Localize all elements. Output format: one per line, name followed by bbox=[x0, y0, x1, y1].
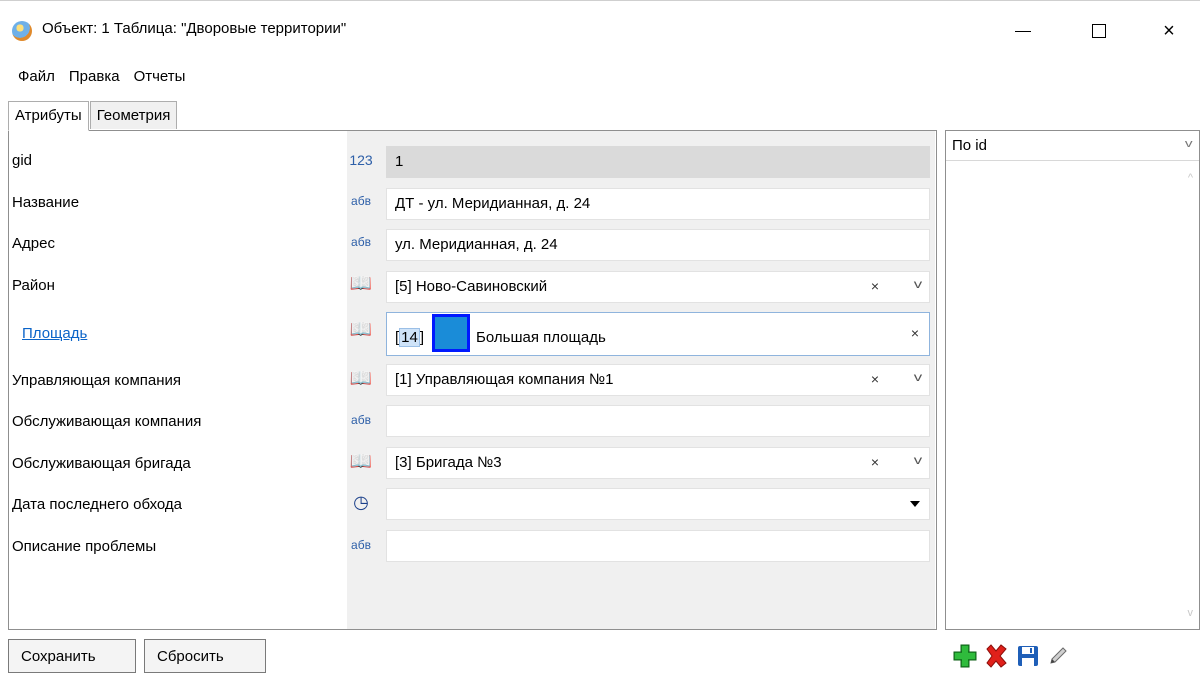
label-area-link[interactable]: Площадь bbox=[22, 325, 87, 342]
label-service-brigade: Обслуживающая бригада bbox=[12, 455, 191, 472]
district-select[interactable]: [5] Ново-Савиновский × v bbox=[386, 271, 930, 303]
sort-value: По id bbox=[952, 137, 987, 154]
management-company-select[interactable]: [1] Управляющая компания №1 × v bbox=[386, 364, 930, 396]
minimize-button[interactable] bbox=[1000, 11, 1046, 51]
last-inspection-date-field[interactable] bbox=[386, 488, 930, 520]
label-name: Название bbox=[12, 194, 80, 211]
edit-icon[interactable] bbox=[1043, 641, 1073, 671]
gid-value: 1 bbox=[395, 153, 404, 170]
district-value: [5] Ново-Савиновский bbox=[395, 278, 548, 295]
clear-icon[interactable]: × bbox=[911, 325, 919, 341]
chevron-down-icon: v bbox=[1184, 138, 1193, 150]
title-bar: Объект: 1 Таблица: "Дворовые территории"… bbox=[0, 0, 1200, 58]
book-icon: 📖 bbox=[349, 368, 373, 388]
label-service-company: Обслуживающая компания bbox=[12, 413, 202, 430]
area-value: Большая площадь bbox=[476, 328, 606, 346]
label-gid: gid bbox=[12, 152, 33, 169]
label-problem-description: Описание проблемы bbox=[12, 538, 157, 555]
window-title: Объект: 1 Таблица: "Дворовые территории" bbox=[42, 20, 347, 37]
record-list[interactable]: ^ v bbox=[946, 162, 1199, 629]
maximize-icon bbox=[1092, 24, 1106, 38]
label-management-company: Управляющая компания bbox=[12, 372, 182, 389]
scroll-up-icon[interactable]: ^ bbox=[1188, 172, 1193, 184]
add-icon[interactable] bbox=[950, 641, 980, 671]
maximize-button[interactable] bbox=[1076, 11, 1122, 51]
record-list-panel: По id v ^ v bbox=[945, 130, 1200, 630]
menu-reports[interactable]: Отчеты bbox=[126, 66, 192, 92]
globe-icon bbox=[12, 21, 32, 41]
label-district: Район bbox=[12, 277, 55, 294]
name-field[interactable]: ДТ - ул. Меридианная, д. 24 bbox=[386, 188, 930, 220]
management-company-value: [1] Управляющая компания №1 bbox=[395, 371, 614, 388]
service-brigade-select[interactable]: [3] Бригада №3 × v bbox=[386, 447, 930, 479]
dropdown-arrow-icon[interactable] bbox=[905, 493, 925, 515]
chevron-down-icon[interactable]: v bbox=[914, 453, 922, 467]
clock-icon: ◷ bbox=[353, 492, 369, 512]
text-type-icon: абв bbox=[351, 413, 371, 427]
label-address: Адрес bbox=[12, 235, 55, 252]
clear-icon[interactable]: × bbox=[871, 278, 879, 294]
menu-file[interactable]: Файл bbox=[0, 66, 61, 92]
close-icon: × bbox=[1163, 19, 1175, 42]
color-swatch[interactable] bbox=[432, 314, 471, 352]
save-icon[interactable] bbox=[1013, 641, 1043, 671]
chevron-down-icon[interactable]: v bbox=[914, 277, 922, 291]
book-icon: 📖 bbox=[349, 319, 373, 339]
scroll-down-icon[interactable]: v bbox=[1188, 607, 1194, 619]
delete-icon[interactable] bbox=[981, 641, 1011, 671]
menu-edit[interactable]: Правка bbox=[61, 66, 126, 92]
number-type-icon: 123 bbox=[349, 152, 373, 168]
clear-icon[interactable]: × bbox=[871, 371, 879, 387]
close-button[interactable]: × bbox=[1146, 11, 1192, 51]
save-button[interactable]: Сохранить bbox=[8, 639, 136, 673]
text-type-icon: абв bbox=[351, 194, 371, 208]
tab-strip: Атрибуты Геометрия bbox=[8, 101, 178, 131]
area-id-value[interactable]: 14 bbox=[399, 327, 420, 347]
address-field[interactable]: ул. Меридианная, д. 24 bbox=[386, 229, 930, 261]
name-value: ДТ - ул. Меридианная, д. 24 bbox=[395, 195, 591, 212]
reset-button[interactable]: Сбросить bbox=[144, 639, 266, 673]
area-id-close: ] bbox=[419, 328, 425, 346]
tab-geometry[interactable]: Геометрия bbox=[89, 101, 178, 129]
book-icon: 📖 bbox=[349, 273, 373, 293]
address-value: ул. Меридианная, д. 24 bbox=[395, 236, 558, 253]
minimize-icon bbox=[1015, 30, 1031, 32]
text-type-icon: абв bbox=[351, 538, 371, 552]
area-field[interactable]: [14] Большая площадь × bbox=[386, 312, 930, 356]
sort-select[interactable]: По id v bbox=[946, 131, 1199, 161]
menu-bar: Файл Правка Отчеты bbox=[0, 66, 1200, 92]
chevron-down-icon[interactable]: v bbox=[914, 370, 922, 384]
label-last-inspection-date: Дата последнего обхода bbox=[12, 496, 183, 513]
problem-description-field[interactable] bbox=[386, 530, 930, 562]
text-type-icon: абв bbox=[351, 235, 371, 249]
service-brigade-value: [3] Бригада №3 bbox=[395, 454, 502, 471]
clear-icon[interactable]: × bbox=[871, 454, 879, 470]
gid-field: 1 bbox=[386, 146, 930, 178]
service-company-field[interactable] bbox=[386, 405, 930, 437]
tab-attributes[interactable]: Атрибуты bbox=[8, 101, 89, 131]
book-icon: 📖 bbox=[349, 451, 373, 471]
